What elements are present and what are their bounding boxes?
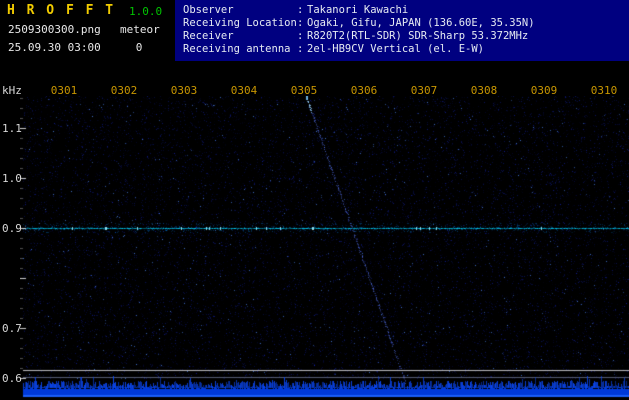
datetime-label: 25.09.30 03:00 bbox=[8, 41, 101, 54]
info-value: R820T2(RTL-SDR) SDR-Sharp 53.372MHz bbox=[307, 30, 529, 42]
observer-info-panel: Observer: Takanori Kawachi Receiving Loca… bbox=[175, 0, 629, 61]
freq-axis-label: 0.9 bbox=[2, 222, 22, 235]
filename-label: 2509300300.png bbox=[8, 23, 101, 36]
count-label: 0 bbox=[135, 41, 143, 54]
info-label: Receiving Location bbox=[183, 17, 297, 29]
info-colon: : bbox=[297, 17, 304, 29]
mode-label: meteor bbox=[120, 23, 160, 36]
hrofft-screenshot: H R O F F T 1.0.0 2509300300.png meteor … bbox=[0, 0, 629, 400]
info-row: Receiving Location: Ogaki, Gifu, JAPAN (1… bbox=[175, 17, 629, 30]
info-label: Receiving antenna bbox=[183, 43, 291, 55]
info-value: 2el-HB9CV Vertical (el. E-W) bbox=[307, 43, 485, 55]
info-colon: : bbox=[297, 4, 304, 16]
freq-axis-label: 0.7 bbox=[2, 322, 22, 335]
freq-axis-label: 1.1 bbox=[2, 122, 22, 135]
info-row: Receiver: R820T2(RTL-SDR) SDR-Sharp 53.37… bbox=[175, 30, 629, 43]
spectrogram-canvas bbox=[20, 96, 629, 400]
info-value: Ogaki, Gifu, JAPAN (136.60E, 35.35N) bbox=[307, 17, 535, 29]
info-label: Observer bbox=[183, 4, 234, 16]
freq-axis-label: 1.0 bbox=[2, 172, 22, 185]
freq-axis-label: 0.6 bbox=[2, 372, 22, 385]
info-colon: : bbox=[297, 30, 304, 42]
info-label: Receiver bbox=[183, 30, 234, 42]
info-row: Receiving antenna:2el-HB9CV Vertical (el… bbox=[175, 43, 629, 56]
app-version: 1.0.0 bbox=[129, 5, 163, 18]
app-title: H R O F F T bbox=[7, 3, 116, 18]
info-value: Takanori Kawachi bbox=[307, 4, 409, 16]
freq-axis-unit: kHz bbox=[2, 84, 22, 97]
info-row: Observer: Takanori Kawachi bbox=[175, 4, 629, 17]
info-colon: : bbox=[297, 43, 304, 55]
